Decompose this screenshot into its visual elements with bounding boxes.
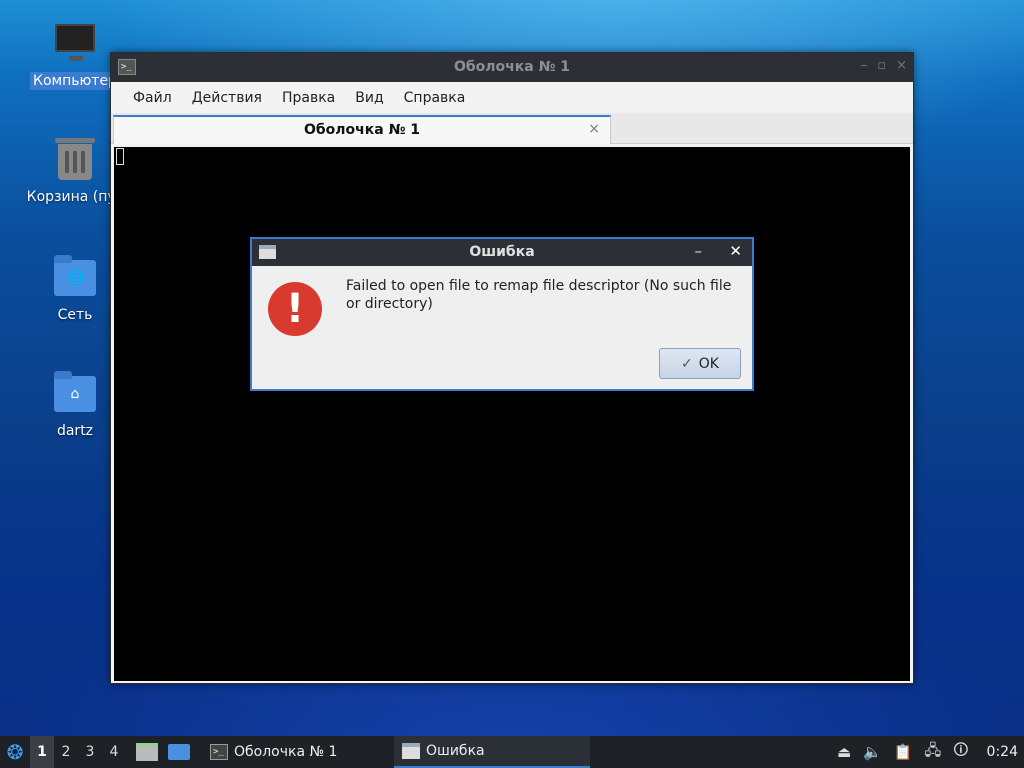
close-button[interactable]: × (896, 58, 907, 73)
workspace-3[interactable]: 3 (78, 744, 102, 760)
workspace-2[interactable]: 2 (54, 744, 78, 760)
menu-bar: Файл Действия Правка Вид Справка (111, 82, 913, 113)
home-folder-icon: ⌂ (52, 370, 98, 416)
eject-icon[interactable]: ⏏ (837, 743, 851, 761)
trash-icon (52, 136, 98, 182)
show-desktop-icon[interactable] (168, 744, 190, 760)
task-terminal[interactable]: >_ Оболочка № 1 (202, 736, 394, 768)
terminal-output[interactable] (114, 147, 910, 681)
computer-icon (52, 20, 98, 66)
desktop-icon-label: Сеть (57, 307, 93, 323)
system-tray: ⏏ 🔈 📋 🖧 🛈 0:24 (837, 740, 1024, 765)
terminal-titlebar[interactable]: >_ Оболочка № 1 – ▫ × (111, 53, 913, 82)
task-label: Оболочка № 1 (234, 744, 338, 760)
taskbar: ❂ 1 2 3 4 >_ Оболочка № 1 Ошибка ⏏ 🔈 📋 🖧… (0, 736, 1024, 768)
menu-edit[interactable]: Правка (272, 90, 345, 106)
network-icon[interactable]: 🖧 (925, 740, 942, 765)
maximize-button[interactable]: ▫ (877, 58, 886, 73)
text-cursor (116, 148, 124, 165)
ok-button[interactable]: ✓ OK (659, 348, 741, 379)
dialog-title: Ошибка (469, 244, 535, 260)
dialog-titlebar[interactable]: Ошибка – ✕ (252, 239, 752, 266)
notification-icon[interactable]: 🛈 (953, 740, 968, 765)
clipboard-icon[interactable]: 📋 (894, 743, 913, 761)
app-menu-icon[interactable]: ❂ (0, 736, 30, 768)
error-dialog[interactable]: Ошибка – ✕ ! Failed to open file to rema… (250, 237, 754, 391)
menu-help[interactable]: Справка (394, 90, 476, 106)
volume-icon[interactable]: 🔈 (863, 743, 882, 761)
dialog-close-button[interactable]: ✕ (729, 242, 742, 260)
window-title: Оболочка № 1 (453, 59, 571, 75)
error-icon: ! (268, 282, 322, 336)
dialog-minimize-button[interactable]: – (695, 242, 703, 260)
minimize-button[interactable]: – (861, 58, 868, 73)
file-manager-icon[interactable] (136, 743, 158, 761)
network-folder-icon: 🌐 (52, 254, 98, 300)
menu-file[interactable]: Файл (123, 90, 182, 106)
tab-close-icon[interactable]: × (588, 121, 600, 137)
task-label: Ошибка (426, 743, 485, 759)
desktop-icon-label: dartz (56, 423, 94, 439)
desktop-icon-label: Компьютер (30, 72, 120, 90)
dialog-icon (402, 743, 420, 759)
task-error-dialog[interactable]: Ошибка (394, 736, 590, 768)
error-message: Failed to open file to remap file descri… (346, 278, 732, 312)
tab-label: Оболочка № 1 (303, 122, 421, 138)
checkmark-icon: ✓ (681, 355, 693, 372)
menu-view[interactable]: Вид (345, 90, 393, 106)
clock[interactable]: 0:24 (987, 744, 1018, 760)
tab-bar: Оболочка № 1 × (111, 113, 913, 144)
workspace-4[interactable]: 4 (102, 744, 126, 760)
menu-actions[interactable]: Действия (182, 90, 272, 106)
ok-button-label: OK (698, 355, 719, 372)
terminal-icon: >_ (210, 744, 228, 760)
workspace-1[interactable]: 1 (30, 736, 54, 768)
tab-shell-1[interactable]: Оболочка № 1 × (113, 115, 611, 144)
